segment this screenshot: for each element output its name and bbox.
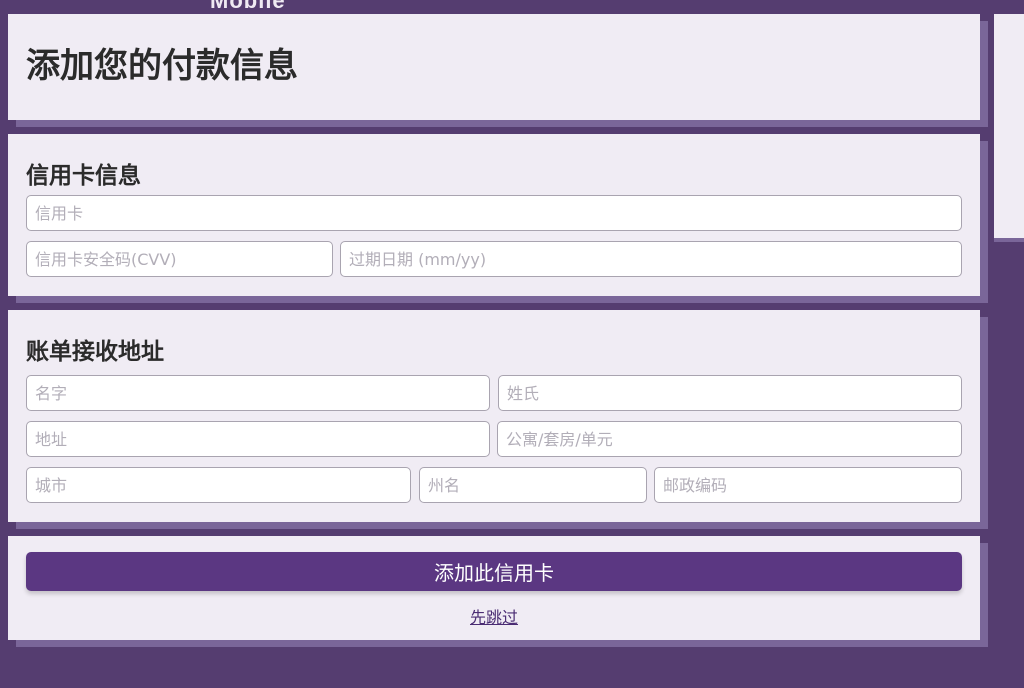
title-card: 添加您的付款信息	[8, 14, 980, 120]
zip-code-input[interactable]	[654, 467, 962, 503]
apartment-input[interactable]	[497, 421, 962, 457]
state-input[interactable]	[419, 467, 647, 503]
billing-section-title: 账单接收地址	[26, 339, 164, 365]
cvv-input[interactable]	[26, 241, 333, 277]
billing-address-section: 账单接收地址	[8, 310, 980, 522]
credit-card-section-title: 信用卡信息	[26, 163, 141, 189]
credit-card-section: 信用卡信息	[8, 134, 980, 296]
side-panel	[994, 14, 1024, 238]
add-card-button[interactable]: 添加此信用卡	[26, 552, 962, 591]
first-name-input[interactable]	[26, 375, 490, 411]
actions-card: 添加此信用卡 先跳过	[8, 536, 980, 640]
city-input[interactable]	[26, 467, 411, 503]
header-brand-partial: Mobile	[210, 0, 286, 13]
expiry-date-input[interactable]	[340, 241, 962, 277]
card-number-input[interactable]	[26, 195, 962, 231]
page-title: 添加您的付款信息	[26, 46, 298, 86]
skip-link[interactable]: 先跳过	[470, 604, 518, 628]
address-input[interactable]	[26, 421, 490, 457]
last-name-input[interactable]	[498, 375, 962, 411]
